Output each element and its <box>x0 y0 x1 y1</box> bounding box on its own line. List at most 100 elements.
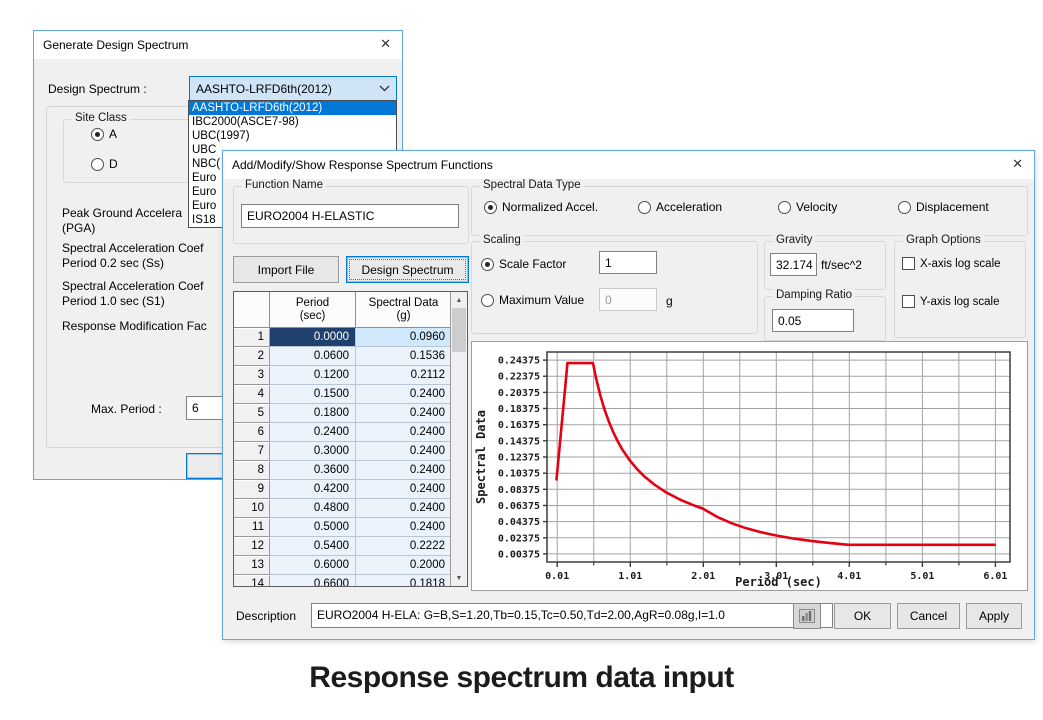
dropdown-item[interactable]: UBC(1997) <box>189 129 396 143</box>
period-cell[interactable]: 0.1200 <box>270 366 356 385</box>
spectral-data-cell[interactable]: 0.1818 <box>356 575 452 587</box>
dialog2-titlebar[interactable]: Add/Modify/Show Response Spectrum Functi… <box>223 151 1034 179</box>
svg-text:2.01: 2.01 <box>691 571 715 582</box>
radio-velocity[interactable]: Velocity <box>778 200 837 214</box>
table-scrollbar[interactable]: ▲ ▼ <box>450 292 467 586</box>
import-file-button[interactable]: Import File <box>233 256 339 283</box>
site-class-option-a[interactable]: A <box>91 127 117 141</box>
site-class-label: Site Class <box>72 112 130 124</box>
row-number-cell[interactable]: 4 <box>234 385 270 404</box>
cancel-button[interactable]: Cancel <box>897 603 960 629</box>
dropdown-item[interactable]: AASHTO-LRFD6th(2012) <box>189 101 396 115</box>
spectral-data-cell[interactable]: 0.2400 <box>356 518 452 537</box>
table-row: 40.15000.2400 <box>234 385 467 404</box>
checkbox-x-axis-log[interactable]: X-axis log scale <box>902 257 1001 270</box>
spectral-data-cell[interactable]: 0.2400 <box>356 480 452 499</box>
radio-displacement[interactable]: Displacement <box>898 200 989 214</box>
spectral-data-cell[interactable]: 0.2222 <box>356 537 452 556</box>
period-cell[interactable]: 0.4200 <box>270 480 356 499</box>
s1-label-line2: Period 1.0 sec (S1) <box>62 294 165 308</box>
period-cell[interactable]: 0.4800 <box>270 499 356 518</box>
maximum-value-label: Maximum Value <box>499 293 584 307</box>
design-spectrum-combobox[interactable]: AASHTO-LRFD6th(2012) <box>189 76 397 101</box>
row-number-cell[interactable]: 7 <box>234 442 270 461</box>
scrollbar-thumb[interactable] <box>452 308 466 352</box>
site-class-option-d[interactable]: D <box>91 157 118 171</box>
spectral-data-cell[interactable]: 0.2400 <box>356 442 452 461</box>
ok-button[interactable]: OK <box>834 603 891 629</box>
radio-normalized-accel[interactable]: Normalized Accel. <box>484 200 598 214</box>
period-cell[interactable]: 0.2400 <box>270 423 356 442</box>
dialog1-title: Generate Design Spectrum <box>43 38 188 52</box>
row-number-cell[interactable]: 5 <box>234 404 270 423</box>
radio-maximum-value[interactable]: Maximum Value <box>481 293 584 307</box>
period-cell[interactable]: 0.5400 <box>270 537 356 556</box>
gravity-input[interactable]: 32.174 <box>770 253 817 276</box>
spectral-data-type-label: Spectral Data Type <box>480 179 584 191</box>
row-number-cell[interactable]: 3 <box>234 366 270 385</box>
spectral-data-cell[interactable]: 0.1536 <box>356 347 452 366</box>
svg-text:5.01: 5.01 <box>910 571 934 582</box>
spectral-data-cell[interactable]: 0.2400 <box>356 423 452 442</box>
row-number-cell[interactable]: 14 <box>234 575 270 587</box>
description-label: Description <box>236 609 296 623</box>
scroll-up-icon[interactable]: ▲ <box>451 292 467 308</box>
description-input[interactable]: EURO2004 H-ELA: G=B,S=1.20,Tb=0.15,Tc=0.… <box>311 603 833 628</box>
row-number-cell[interactable]: 11 <box>234 518 270 537</box>
row-number-cell[interactable]: 13 <box>234 556 270 575</box>
period-cell[interactable]: 0.3600 <box>270 461 356 480</box>
spectral-data-cell[interactable]: 0.2400 <box>356 461 452 480</box>
period-cell[interactable]: 0.6600 <box>270 575 356 587</box>
svg-text:0.00375: 0.00375 <box>498 549 540 560</box>
row-number-cell[interactable]: 2 <box>234 347 270 366</box>
row-number-cell[interactable]: 6 <box>234 423 270 442</box>
period-cell[interactable]: 0.1800 <box>270 404 356 423</box>
period-cell[interactable]: 0.0000 <box>270 328 356 347</box>
row-number-cell[interactable]: 8 <box>234 461 270 480</box>
spectral-data-cell[interactable]: 0.2112 <box>356 366 452 385</box>
table-row: 70.30000.2400 <box>234 442 467 461</box>
spectral-data-cell[interactable]: 0.0960 <box>356 328 452 347</box>
svg-text:0.24375: 0.24375 <box>498 356 540 367</box>
design-spectrum-button[interactable]: Design Spectrum <box>346 256 469 283</box>
period-cell[interactable]: 0.0600 <box>270 347 356 366</box>
figure-caption: Response spectrum data input <box>0 661 1043 695</box>
svg-text:6.01: 6.01 <box>983 571 1007 582</box>
table-row: 140.66000.1818 <box>234 575 467 587</box>
period-cell[interactable]: 0.1500 <box>270 385 356 404</box>
dialog1-close-icon[interactable]: ✕ <box>380 36 391 52</box>
radio-unselected-icon <box>91 158 104 171</box>
period-cell[interactable]: 0.3000 <box>270 442 356 461</box>
svg-text:Spectral Data: Spectral Data <box>474 410 488 504</box>
row-number-cell[interactable]: 1 <box>234 328 270 347</box>
scale-factor-input[interactable]: 1 <box>599 251 657 274</box>
dialog1-titlebar[interactable]: Generate Design Spectrum ✕ <box>34 31 402 59</box>
spectral-data-cell[interactable]: 0.2000 <box>356 556 452 575</box>
table-row: 30.12000.2112 <box>234 366 467 385</box>
period-cell[interactable]: 0.5000 <box>270 518 356 537</box>
spectral-data-cell[interactable]: 0.2400 <box>356 404 452 423</box>
row-number-cell[interactable]: 12 <box>234 537 270 556</box>
row-number-cell[interactable]: 9 <box>234 480 270 499</box>
pga-label-line2: (PGA) <box>62 221 95 235</box>
apply-button[interactable]: Apply <box>966 603 1022 629</box>
checkbox-y-axis-log[interactable]: Y-axis log scale <box>902 295 999 308</box>
site-class-option-a-label: A <box>109 127 117 141</box>
table-row: 10.00000.0960 <box>234 328 467 347</box>
radio-acceleration-label: Acceleration <box>656 200 722 214</box>
dialog2-close-icon[interactable]: ✕ <box>1012 156 1023 172</box>
show-graph-button[interactable] <box>793 603 821 629</box>
damping-ratio-input[interactable]: 0.05 <box>772 309 854 332</box>
radio-acceleration[interactable]: Acceleration <box>638 200 722 214</box>
scroll-down-icon[interactable]: ▼ <box>451 570 467 586</box>
spectral-data-cell[interactable]: 0.2400 <box>356 385 452 404</box>
svg-text:0.04375: 0.04375 <box>498 517 540 528</box>
dropdown-item[interactable]: IBC2000(ASCE7-98) <box>189 115 396 129</box>
spectral-data-cell[interactable]: 0.2400 <box>356 499 452 518</box>
svg-text:0.22375: 0.22375 <box>498 372 540 383</box>
radio-scale-factor[interactable]: Scale Factor <box>481 257 566 271</box>
period-cell[interactable]: 0.6000 <box>270 556 356 575</box>
function-name-input[interactable]: EURO2004 H-ELASTIC <box>241 204 459 228</box>
maximum-value-input[interactable]: 0 <box>599 288 657 311</box>
row-number-cell[interactable]: 10 <box>234 499 270 518</box>
